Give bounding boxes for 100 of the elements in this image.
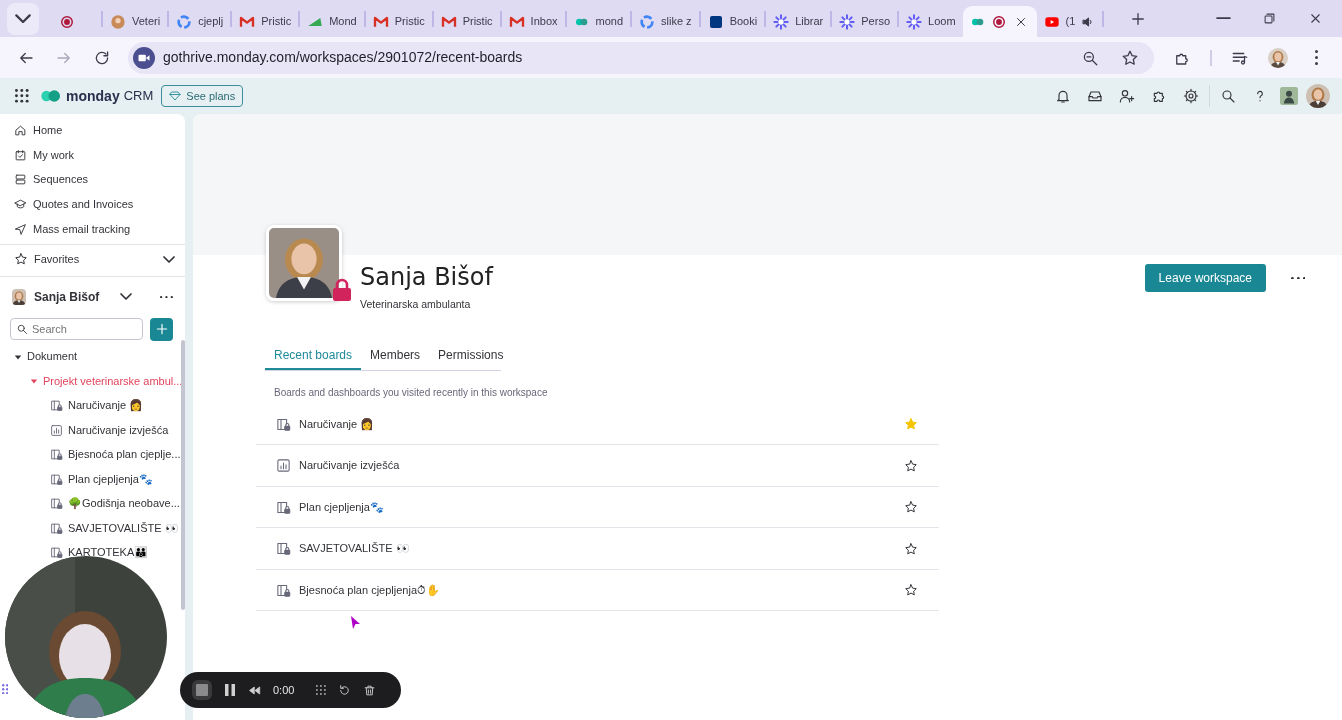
tree-item[interactable]: Naručivanje izvješća — [0, 417, 169, 443]
avatar-icon — [1306, 84, 1330, 108]
board-row[interactable]: Bjesnoća plan cjepljenja⏱✋ — [256, 569, 939, 612]
sidebar-item[interactable]: Home — [0, 118, 185, 143]
chart-icon — [50, 423, 63, 437]
tree-item[interactable]: Plan cjepljenja🐾 — [0, 466, 153, 492]
workspace-subtitle: Veterinarska ambulanta — [360, 297, 472, 312]
favorites-toggle[interactable]: Favorites — [0, 244, 185, 274]
board-row[interactable]: Plan cjepljenja🐾 — [256, 486, 939, 529]
kebab-icon — [1314, 50, 1318, 65]
figure-icon — [1280, 87, 1298, 105]
board-lock-icon — [50, 546, 63, 560]
search-icon — [16, 323, 28, 336]
rows-icon — [14, 173, 27, 187]
address-bar[interactable]: gothrive.monday.com/workspaces/2901072/recent-boards — [128, 41, 1154, 74]
restart-button[interactable] — [338, 683, 352, 697]
sidebar-item[interactable]: Mass email tracking — [0, 216, 185, 242]
browser-tab[interactable]: (1 — [1036, 6, 1103, 37]
favicon-icon — [176, 13, 193, 30]
star-icon — [904, 458, 918, 473]
browser-tab[interactable]: Pristic — [232, 6, 299, 37]
search-field[interactable]: Search — [10, 318, 143, 341]
board-row[interactable]: SAVJETOVALIŠTE 👀 — [256, 528, 939, 570]
board-lock-icon — [276, 416, 291, 432]
browser-tab[interactable]: Pristic — [433, 6, 500, 37]
tree-item[interactable]: 🌳Godišnja neobave... — [0, 491, 180, 516]
board-lock-icon — [50, 521, 63, 535]
favicon-icon — [839, 13, 856, 30]
lock-icon — [332, 278, 352, 302]
workspace-tab[interactable]: Permissions — [429, 342, 513, 370]
send-icon — [14, 222, 27, 236]
tab-search-button[interactable] — [7, 2, 39, 35]
stop-button[interactable] — [192, 680, 212, 700]
browser-tab[interactable] — [962, 6, 1037, 37]
person-add-icon — [1119, 88, 1135, 104]
profile-avatar-button[interactable] — [1306, 84, 1330, 108]
chart-icon — [276, 458, 291, 473]
stop-icon — [196, 684, 208, 696]
star-icon — [904, 500, 918, 514]
camera-icon[interactable] — [133, 46, 155, 69]
pause-icon — [224, 684, 236, 696]
browser-tab[interactable]: mond — [566, 6, 631, 37]
settings-icon — [1183, 88, 1199, 104]
sidebar-item[interactable]: My work — [0, 142, 185, 168]
tree-item[interactable]: Naručivanje 👩 — [0, 393, 144, 418]
workspace-tab[interactable]: Members — [361, 342, 430, 370]
pause-button[interactable] — [224, 684, 236, 696]
browser-tab[interactable]: Loom — [899, 6, 963, 37]
sidebar-item[interactable]: Sequences — [0, 167, 185, 193]
grid-icon — [15, 89, 29, 103]
browser-tab[interactable]: cjeplj — [169, 6, 231, 37]
delete-button[interactable] — [363, 683, 377, 697]
more-icon — [1290, 276, 1306, 280]
browser-tab[interactable]: Booki — [700, 6, 765, 37]
workspace-title: Sanja Bišof — [360, 262, 495, 293]
tree-item[interactable]: KARTOTEKA👪 — [0, 540, 149, 565]
restart-icon — [338, 683, 352, 697]
product-name: CRM — [123, 87, 154, 106]
caret-icon — [30, 377, 38, 386]
browser-tab[interactable]: Pristic — [365, 6, 432, 37]
browser-tab[interactable]: Veteri — [103, 6, 168, 37]
board-row[interactable]: Naručivanje izvješća — [256, 445, 939, 487]
diamond-icon — [169, 90, 182, 102]
sidebar-item[interactable]: Quotes and Invoices — [0, 192, 185, 217]
board-lock-icon — [50, 472, 63, 486]
favicon-icon — [110, 13, 126, 30]
cap-icon — [14, 197, 27, 211]
restore-icon — [1261, 11, 1277, 26]
browser-tab[interactable]: Librar — [766, 6, 831, 37]
favicon-icon — [906, 13, 923, 30]
board-lock-icon — [276, 582, 291, 598]
see-plans-button[interactable]: See plans — [161, 85, 244, 107]
avatar-icon — [1268, 47, 1288, 68]
browser-tab[interactable]: Inbox — [501, 6, 565, 37]
add-button[interactable] — [150, 317, 173, 341]
workspace-tab[interactable]: Recent boards — [265, 342, 362, 370]
logo-text: monday — [66, 86, 120, 106]
search-icon — [1220, 88, 1236, 104]
leave-workspace-button[interactable]: Leave workspace — [1144, 264, 1266, 292]
logo-icon — [40, 89, 62, 103]
browser-tab[interactable]: slike z — [632, 6, 699, 37]
favicon-icon — [707, 13, 724, 30]
board-lock-icon — [50, 399, 63, 413]
board-lock-icon — [50, 448, 63, 462]
star-icon — [904, 417, 918, 431]
board-row[interactable]: Naručivanje 👩 — [256, 403, 939, 446]
workspace-name[interactable]: Sanja Bišof — [34, 287, 115, 306]
star-icon — [904, 541, 918, 556]
workspace-avatar-icon — [12, 288, 26, 305]
trash-icon — [363, 683, 377, 697]
calendar-check-icon — [14, 148, 27, 162]
browser-tab[interactable]: Mond — [300, 6, 364, 37]
tree-item[interactable]: Bjesnoća plan cjeplje... — [0, 442, 181, 467]
browser-tab[interactable]: Perso — [832, 6, 898, 37]
description-text: Boards and dashboards you visited recently in this workspace — [274, 385, 549, 400]
tree-item[interactable]: SAVJETOVALIŠTE 👀 — [0, 515, 179, 541]
board-lock-icon — [276, 541, 291, 556]
tree-item[interactable]: Projekt veterinarske ambul... — [0, 368, 183, 394]
grid-button[interactable] — [316, 685, 327, 695]
tree-item[interactable]: Dokument — [0, 344, 78, 369]
